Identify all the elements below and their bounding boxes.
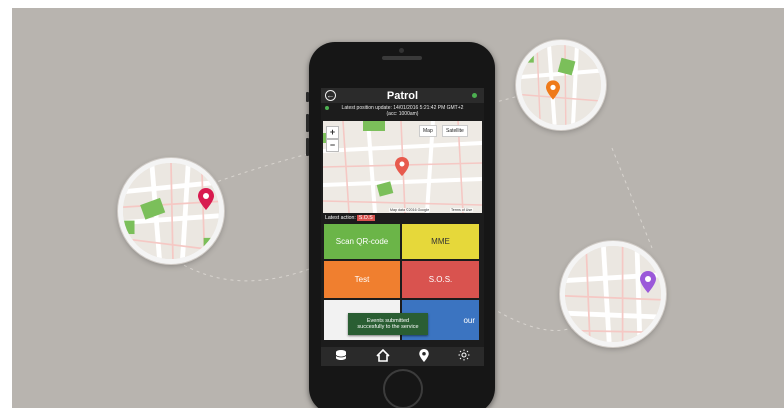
terms-link[interactable]: Terms of Use	[450, 208, 474, 212]
position-update-text: Latest position update: 14/01/2016 5:21:…	[321, 105, 484, 117]
status-dot-icon	[472, 93, 477, 98]
status-dot-icon	[325, 106, 329, 110]
test-button[interactable]: Test	[324, 261, 400, 298]
database-icon[interactable]	[335, 349, 347, 364]
back-arrow-icon[interactable]: ←	[325, 90, 336, 101]
map-magnifier-top-right	[516, 40, 606, 130]
bottom-nav	[321, 347, 484, 366]
map-pin-icon[interactable]	[419, 348, 429, 365]
mme-button[interactable]: MME	[402, 224, 479, 259]
update-line-2: (acc: 1000am)	[386, 111, 419, 117]
home-icon[interactable]	[376, 348, 390, 365]
map-attribution: Map data ©2016 Google	[389, 208, 431, 212]
sos-button[interactable]: S.O.S.	[402, 261, 479, 298]
last-action-line: Latest action: S.O.S	[325, 215, 375, 222]
street-map-graphic	[123, 163, 219, 259]
page-title: Patrol	[386, 89, 419, 102]
app-screen: ← Patrol Latest position update: 14/01/2…	[321, 88, 484, 366]
side-button	[306, 92, 309, 102]
home-hardware-button[interactable]	[383, 369, 423, 408]
street-map-graphic	[565, 246, 661, 342]
map-view[interactable]: + − Map Satellite Map data ©2016 Google …	[323, 121, 482, 213]
last-action-label: Latest action:	[325, 215, 356, 221]
last-action-badge: S.O.S	[356, 215, 375, 221]
street-map-graphic	[521, 45, 601, 125]
sun-settings-icon[interactable]	[458, 349, 470, 364]
map-type-satellite-button[interactable]: Satellite	[442, 125, 468, 137]
toast-line-2: succesfully to the service	[357, 324, 419, 330]
toast-notification: Events submitted succesfully to the servi…	[348, 313, 428, 335]
zoom-in-button[interactable]: +	[326, 126, 339, 139]
speaker	[382, 56, 422, 60]
smartphone: ← Patrol Latest position update: 14/01/2…	[306, 42, 495, 408]
side-button	[306, 138, 309, 156]
app-header: ← Patrol	[321, 88, 484, 103]
map-pin-icon	[198, 188, 214, 210]
map-magnifier-bottom-right	[560, 241, 666, 347]
map-pin-icon	[546, 80, 560, 100]
scan-qr-button[interactable]: Scan QR-code	[324, 224, 400, 259]
side-button	[306, 114, 309, 132]
camera	[399, 48, 404, 53]
map-type-map-button[interactable]: Map	[419, 125, 437, 137]
map-pin-icon	[640, 271, 656, 293]
map-magnifier-left	[118, 158, 224, 264]
zoom-out-button[interactable]: −	[326, 139, 339, 152]
background-stage: ← Patrol Latest position update: 14/01/2…	[12, 8, 784, 408]
